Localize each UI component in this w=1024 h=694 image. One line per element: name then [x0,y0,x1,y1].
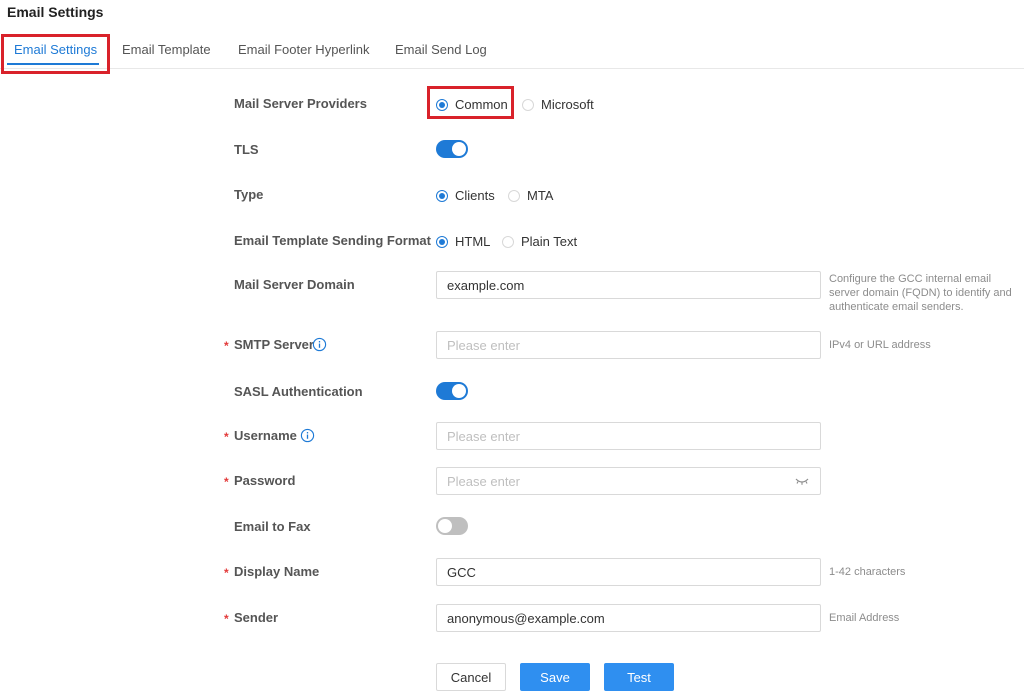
tab-email-send-log[interactable]: Email Send Log [395,42,487,57]
row-mail-server-providers: Mail Server Providers Common Microsoft [0,90,1024,118]
radio-label-plain-text: Plain Text [521,234,578,249]
required-mark: * [224,612,229,626]
cancel-button[interactable]: Cancel [436,663,506,691]
radio-label-html: HTML [455,234,491,249]
type-label: Type [234,187,264,202]
smtp-server-hint: IPv4 or URL address [829,339,931,351]
page-title: Email Settings [7,4,104,20]
radio-selected-icon [436,189,448,202]
tls-toggle[interactable] [436,140,468,158]
tab-email-footer-hyperlink[interactable]: Email Footer Hyperlink [238,42,370,57]
sasl-authentication-toggle[interactable] [436,382,468,400]
tls-label: TLS [234,142,259,157]
mail-server-providers-label: Mail Server Providers [234,96,367,111]
sending-format-radio-html[interactable]: HTML [436,234,490,249]
row-sasl-authentication: SASL Authentication [0,378,1024,406]
mail-server-domain-input[interactable] [436,271,821,299]
mail-server-providers-radio-microsoft[interactable]: Microsoft [522,97,594,112]
sasl-authentication-label: SASL Authentication [234,384,363,399]
display-name-input[interactable] [436,558,821,586]
radio-selected-icon [436,98,448,111]
mail-server-domain-hint: Configure the GCC internal email server … [829,273,1012,313]
required-mark: * [224,430,229,444]
sending-format-label: Email Template Sending Format [234,233,431,248]
tab-email-settings[interactable]: Email Settings [14,42,97,57]
toggle-knob [452,142,466,156]
eye-closed-icon[interactable] [794,474,810,488]
password-input[interactable] [436,467,821,495]
email-to-fax-toggle[interactable] [436,517,468,535]
row-sender: * Sender Email Address [0,604,1024,632]
password-label: Password [234,473,296,488]
required-mark: * [224,566,229,580]
radio-unselected-icon [522,98,534,111]
row-tls: TLS [0,136,1024,164]
row-type: Type Clients MTA [0,181,1024,209]
type-radio-clients[interactable]: Clients [436,188,495,203]
radio-label-common: Common [455,97,508,112]
type-radio-mta[interactable]: MTA [508,188,553,203]
radio-label-mta: MTA [527,188,554,203]
info-icon[interactable] [312,337,327,352]
required-mark: * [224,475,229,489]
smtp-server-input[interactable] [436,331,821,359]
mail-server-domain-label: Mail Server Domain [234,277,355,292]
display-name-label: Display Name [234,564,320,579]
sender-label: Sender [234,610,279,625]
radio-unselected-icon [508,189,520,202]
info-icon[interactable] [300,428,315,443]
mail-server-providers-radio-common[interactable]: Common [436,97,508,112]
row-sending-format: Email Template Sending Format HTML Plain… [0,227,1024,255]
toggle-knob [452,384,466,398]
required-mark: * [224,339,229,353]
row-display-name: * Display Name 1-42 characters [0,558,1024,586]
sender-input[interactable] [436,604,821,632]
row-username: * Username [0,422,1024,450]
row-mail-server-domain: Mail Server Domain Configure the GCC int… [0,271,1024,313]
tab-email-template[interactable]: Email Template [122,42,211,57]
active-tab-indicator [7,63,99,65]
radio-selected-icon [436,235,448,248]
radio-label-microsoft: Microsoft [541,97,594,112]
display-name-hint: 1-42 characters [829,566,906,578]
save-button[interactable]: Save [520,663,590,691]
username-label: Username [234,428,297,443]
sender-hint: Email Address [829,612,900,624]
radio-unselected-icon [502,235,514,248]
tab-bar: Email Settings Email Template Email Foot… [0,33,1024,69]
row-email-to-fax: Email to Fax [0,513,1024,541]
sending-format-radio-plain-text[interactable]: Plain Text [502,234,577,249]
smtp-server-label: SMTP Server [234,337,314,352]
test-button[interactable]: Test [604,663,674,691]
row-smtp-server: * SMTP Server IPv4 or URL address [0,331,1024,359]
radio-label-clients: Clients [455,188,495,203]
row-password: * Password [0,467,1024,495]
toggle-knob [438,519,452,533]
username-input[interactable] [436,422,821,450]
email-to-fax-label: Email to Fax [234,519,311,534]
